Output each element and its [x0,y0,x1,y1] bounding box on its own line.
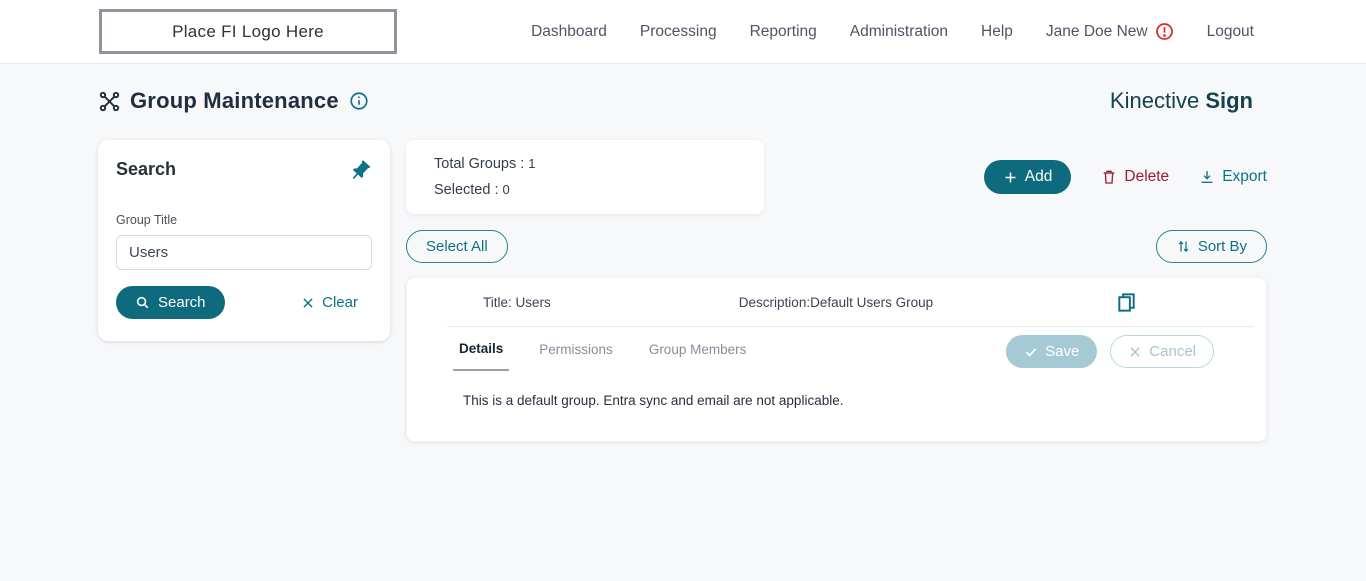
results-column: Total Groups : 1 Selected : 0 Add Delete… [406,140,1267,442]
export-button[interactable]: Export [1199,168,1267,186]
page-title: Group Maintenance [130,88,339,113]
delete-button[interactable]: Delete [1101,168,1169,186]
tab-permissions[interactable]: Permissions [533,342,619,370]
download-icon [1201,171,1213,183]
tab-details[interactable]: Details [453,341,510,371]
info-icon[interactable] [349,91,369,111]
total-groups-line: Total Groups : 1 [434,156,536,172]
group-title-input[interactable] [116,235,372,270]
clear-button[interactable]: Clear [301,294,358,311]
nav-help[interactable]: Help [981,23,1013,41]
fi-logo-text: Place FI Logo Here [172,21,324,41]
plus-icon [1005,172,1016,182]
selected-line: Selected : 0 [434,182,510,198]
save-button[interactable]: Save [1006,335,1098,368]
group-row-header[interactable]: Title: Users Description:Default Users G… [407,278,1266,326]
nav-reporting[interactable]: Reporting [750,23,817,41]
top-header: Place FI Logo Here Dashboard Processing … [0,0,1366,64]
group-row-card: Title: Users Description:Default Users G… [406,277,1267,442]
search-panel: Search Group Title Search Clear [98,140,390,341]
brand-product: Sign [1205,88,1253,113]
cancel-button[interactable]: Cancel [1110,335,1214,368]
nav-logout[interactable]: Logout [1207,23,1254,41]
group-description: Description:Default Users Group [738,294,934,310]
totals-card: Total Groups : 1 Selected : 0 [406,140,764,214]
close-icon [303,297,313,308]
nav-dashboard[interactable]: Dashboard [531,23,607,41]
copy-icon[interactable] [1115,291,1138,314]
group-title: Title: Users [483,294,551,310]
brand-logo: Kinective Sign [1110,88,1253,114]
fi-logo-placeholder: Place FI Logo Here [99,9,397,54]
close-icon [1130,346,1140,357]
content-area: Search Group Title Search Clear [0,114,1366,442]
brand-name: Kinective [1109,88,1200,113]
nav-administration[interactable]: Administration [850,23,948,41]
check-icon [1025,347,1037,357]
group-title-label: Group Title [116,213,178,227]
page-title-row: Group Maintenance Kinective Sign [0,64,1366,114]
tools-icon [99,91,120,111]
selected-value: 0 [502,182,510,197]
search-button[interactable]: Search [116,286,225,319]
select-all-button[interactable]: Select All [406,230,508,263]
tab-group-members[interactable]: Group Members [643,342,753,370]
warning-icon [1155,23,1173,40]
nav-user-menu[interactable]: Jane Doe New [1046,22,1174,41]
main-nav: Dashboard Processing Reporting Administr… [531,22,1254,41]
sort-arrows-icon [1178,240,1189,253]
group-tabs-row: Details Permissions Group Members Save C… [407,327,1266,372]
search-panel-title: Search [116,159,177,179]
sort-by-button[interactable]: Sort By [1155,230,1267,263]
group-details-text: This is a default group. Entra sync and … [463,393,844,408]
pin-icon[interactable] [348,159,372,183]
add-button[interactable]: Add [983,160,1072,194]
trash-icon [1104,170,1115,184]
nav-processing[interactable]: Processing [640,23,717,41]
search-icon [136,296,149,309]
total-groups-value: 1 [528,156,536,171]
